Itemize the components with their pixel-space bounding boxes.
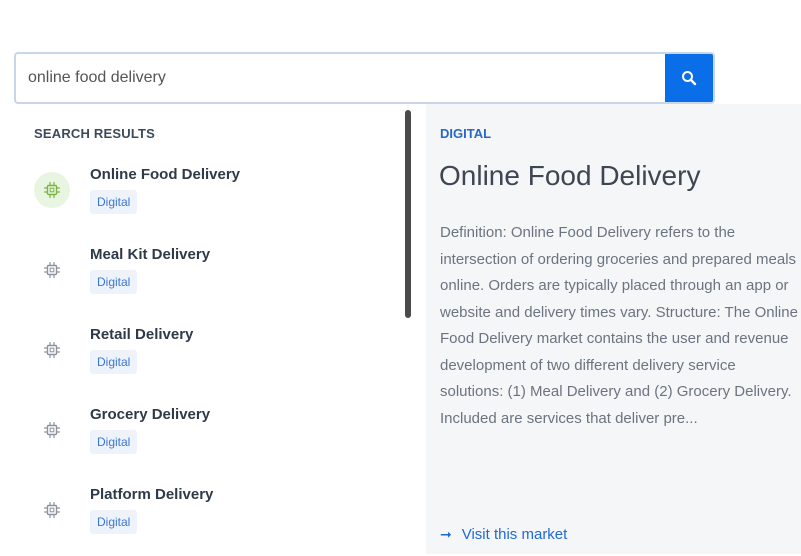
result-item[interactable]: Online Food Delivery Digital	[14, 166, 394, 236]
result-title: Online Food Delivery	[90, 166, 241, 183]
chip-icon	[34, 492, 70, 528]
category-badge: Digital	[90, 270, 138, 294]
visit-market-link[interactable]: ➞ Visit this market	[440, 526, 567, 543]
search-input[interactable]	[16, 54, 665, 102]
detail-description: Definition: Online Food Delivery refers …	[440, 224, 798, 427]
chip-icon	[34, 252, 70, 288]
search-icon	[682, 71, 697, 86]
result-title: Platform Delivery	[90, 486, 214, 503]
detail-category: DIGITAL	[440, 126, 492, 141]
results-heading: SEARCH RESULTS	[34, 126, 156, 141]
scrollbar-thumb[interactable]	[405, 110, 411, 318]
detail-title: Online Food Delivery	[439, 160, 701, 191]
category-badge: Digital	[90, 510, 138, 534]
search-button[interactable]	[665, 54, 713, 102]
results-list: SEARCH RESULTS Online Food Delivery Digit…	[14, 104, 411, 556]
category-badge: Digital	[90, 430, 138, 454]
result-title: Meal Kit Delivery	[90, 246, 211, 263]
category-badge: Digital	[90, 190, 138, 214]
result-item[interactable]: Grocery Delivery Digital	[14, 406, 394, 476]
result-item[interactable]: Platform Delivery Digital	[14, 486, 394, 556]
chip-icon	[34, 412, 70, 448]
result-title: Retail Delivery	[90, 326, 194, 343]
result-item[interactable]: Retail Delivery Digital	[14, 326, 394, 396]
category-badge: Digital	[90, 350, 138, 374]
chip-icon	[34, 332, 70, 368]
search-dropdown: SEARCH RESULTS Online Food Delivery Digit…	[14, 104, 801, 554]
result-item[interactable]: Meal Kit Delivery Digital	[14, 246, 394, 316]
chip-icon	[34, 172, 70, 208]
detail-panel: DIGITAL Online Food Delivery Definition:…	[426, 104, 801, 554]
result-title: Grocery Delivery	[90, 406, 211, 423]
search-bar	[14, 52, 715, 104]
arrow-right-icon: ➞	[440, 526, 452, 542]
visit-market-label: Visit this market	[461, 526, 568, 543]
